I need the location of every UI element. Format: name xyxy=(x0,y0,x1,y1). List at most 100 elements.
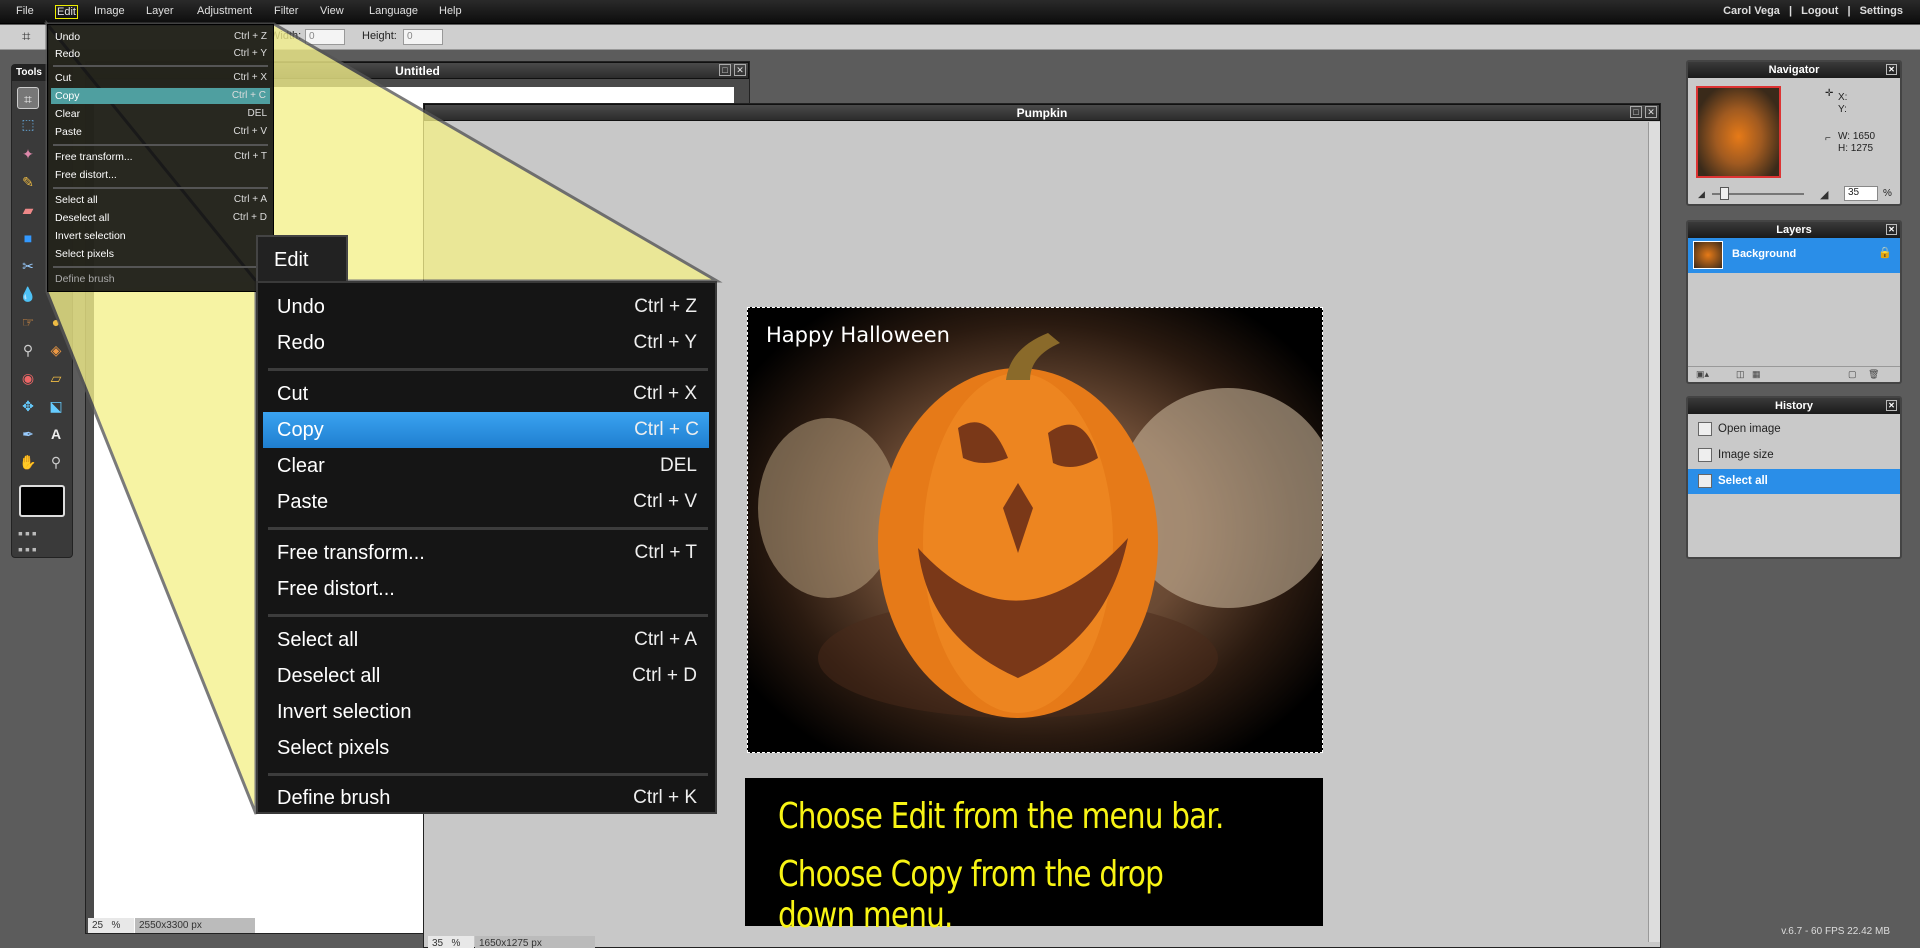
height-readout: H: 1275 xyxy=(1838,143,1874,154)
text-tool-icon[interactable]: A xyxy=(45,423,67,445)
width-field[interactable]: 0 xyxy=(305,29,345,45)
pencil-icon[interactable]: ✎ xyxy=(17,171,39,193)
magnifier-icon[interactable]: ⚲ xyxy=(45,451,67,473)
navigator-thumbnail[interactable] xyxy=(1696,86,1781,178)
crop-tool-icon[interactable]: ⌗ xyxy=(17,87,39,109)
gradient-icon[interactable]: ■ xyxy=(17,227,39,249)
small-menu-cut[interactable]: Cut Ctrl + X xyxy=(55,70,267,86)
menu-view[interactable]: View xyxy=(320,5,344,17)
zoom-in-icon[interactable]: ◢ xyxy=(1820,188,1828,201)
red-eye-icon[interactable]: ◉ xyxy=(17,367,39,389)
menu-define-brush[interactable]: Define brush Ctrl + K xyxy=(277,780,697,816)
history-item-select-all[interactable]: Select all xyxy=(1688,469,1900,494)
color-swatch[interactable] xyxy=(19,485,65,517)
item-label: Cut xyxy=(277,383,309,405)
small-menu-clear[interactable]: Clear DEL xyxy=(55,106,267,122)
vertical-scrollbar[interactable] xyxy=(1648,122,1660,942)
color-palette-icon[interactable]: ▪▪▪ ▪▪▪ xyxy=(18,525,68,557)
menu-help[interactable]: Help xyxy=(439,5,462,17)
layer-row[interactable]: Background 🔒 xyxy=(1688,238,1900,273)
move-icon[interactable]: ✥ xyxy=(17,395,39,417)
close-icon[interactable]: ✕ xyxy=(1645,106,1657,118)
menu-deselect-all[interactable]: Deselect all Ctrl + D xyxy=(277,658,697,694)
small-menu-undo[interactable]: Undo Ctrl + Z xyxy=(55,29,267,45)
zoom-unit: % xyxy=(111,920,121,931)
menu-select-pixels[interactable]: Select pixels xyxy=(277,730,697,766)
menu-language[interactable]: Language xyxy=(369,5,418,17)
drop-icon[interactable]: 💧 xyxy=(17,283,39,305)
close-icon[interactable]: ✕ xyxy=(734,64,746,76)
transform-icon[interactable]: ⬕ xyxy=(45,395,67,417)
close-icon[interactable]: ✕ xyxy=(1886,400,1897,411)
pumpkin-image[interactable]: Happy Halloween xyxy=(747,307,1323,753)
sponge-icon[interactable]: ● xyxy=(45,311,67,333)
menu-free-transform[interactable]: Free transform... Ctrl + T xyxy=(277,535,697,571)
small-menu-paste[interactable]: Paste Ctrl + V xyxy=(55,124,267,140)
history-item-image-size[interactable]: Image size xyxy=(1688,443,1900,468)
history-step-icon xyxy=(1698,422,1712,436)
menu-image[interactable]: Image xyxy=(94,5,125,17)
picker-icon[interactable]: ✒ xyxy=(17,423,39,445)
menu-adjustment[interactable]: Adjustment xyxy=(197,5,252,17)
menu-redo[interactable]: Redo Ctrl + Y xyxy=(277,325,697,361)
smudge-icon[interactable]: ☞ xyxy=(17,311,39,333)
menu-layer[interactable]: Layer xyxy=(146,5,174,17)
doc-pumpkin-title[interactable]: Pumpkin xyxy=(424,104,1660,121)
layer-mask-icon[interactable]: ◫ xyxy=(1736,369,1745,380)
zoom-tool-icon[interactable]: ⚲ xyxy=(17,339,39,361)
close-icon[interactable]: ✕ xyxy=(1886,64,1897,75)
maximize-icon[interactable]: □ xyxy=(719,64,731,76)
edit-menu-tab[interactable]: Edit xyxy=(256,235,348,282)
small-menu-redo[interactable]: Redo Ctrl + Y xyxy=(55,46,267,62)
delete-layer-icon[interactable]: 🗑 xyxy=(1868,369,1879,380)
history-item-open-image[interactable]: Open image xyxy=(1688,417,1900,442)
layers-toolbar: ▣▴ ◫ ▦ ▢ 🗑 xyxy=(1688,366,1900,382)
small-menu-free-transform[interactable]: Free transform... Ctrl + T xyxy=(55,149,267,165)
menu-filter[interactable]: Filter xyxy=(274,5,298,17)
layer-settings-icon[interactable]: ▣▴ xyxy=(1696,369,1709,380)
menu-select-all[interactable]: Select all Ctrl + A xyxy=(277,622,697,658)
menu-free-distort[interactable]: Free distort... xyxy=(277,571,697,607)
item-shortcut: Ctrl + Y xyxy=(233,48,267,59)
menu-copy[interactable]: Copy Ctrl + C xyxy=(263,412,709,448)
layer-group-icon[interactable]: ▦ xyxy=(1752,369,1761,380)
menu-file[interactable]: File xyxy=(16,5,34,17)
marquee-tool-icon[interactable]: ⬚ xyxy=(17,113,39,135)
menu-paste[interactable]: Paste Ctrl + V xyxy=(277,484,697,520)
new-layer-icon[interactable]: ▢ xyxy=(1848,369,1857,380)
zoom-out-icon[interactable]: ◢ xyxy=(1698,189,1705,200)
menu-invert-selection[interactable]: Invert selection xyxy=(277,694,697,730)
logout-link[interactable]: Logout xyxy=(1801,5,1838,17)
close-icon[interactable]: ✕ xyxy=(1886,224,1897,235)
hand-icon[interactable]: ✋ xyxy=(17,451,39,473)
eraser-icon[interactable]: ▰ xyxy=(17,199,39,221)
magic-wand-icon[interactable]: ✦ xyxy=(17,143,39,165)
menu-cut[interactable]: Cut Ctrl + X xyxy=(277,376,697,412)
item-label: Invert selection xyxy=(277,701,412,723)
bandage-icon[interactable]: ▱ xyxy=(45,367,67,389)
small-menu-free-distort[interactable]: Free distort... xyxy=(55,167,267,183)
maximize-icon[interactable]: □ xyxy=(1630,106,1642,118)
small-menu-select-pixels[interactable]: Select pixels xyxy=(55,246,267,262)
user-name[interactable]: Carol Vega xyxy=(1723,5,1780,17)
separator: | xyxy=(1788,5,1793,17)
small-menu-invert-selection[interactable]: Invert selection xyxy=(55,228,267,244)
zoom-input[interactable]: 35 xyxy=(1844,186,1878,201)
zoom-slider-handle[interactable] xyxy=(1720,187,1729,200)
menu-undo[interactable]: Undo Ctrl + Z xyxy=(277,289,697,325)
untitled-zoom[interactable]: 25 % xyxy=(88,918,134,933)
small-menu-copy[interactable]: Copy Ctrl + C xyxy=(51,88,270,104)
lock-icon[interactable]: 🔒 xyxy=(1878,246,1892,259)
menu-edit[interactable]: Edit xyxy=(55,5,78,19)
small-menu-select-all[interactable]: Select all Ctrl + A xyxy=(55,192,267,208)
settings-link[interactable]: Settings xyxy=(1860,5,1903,17)
menu-divider xyxy=(268,368,708,371)
menu-clear[interactable]: Clear DEL xyxy=(277,448,697,484)
small-menu-deselect-all[interactable]: Deselect all Ctrl + D xyxy=(55,210,267,226)
burn-icon[interactable]: ◈ xyxy=(45,339,67,361)
pumpkin-zoom[interactable]: 35 % xyxy=(428,936,474,948)
small-menu-define-brush[interactable]: Define brush xyxy=(55,271,267,287)
clone-icon[interactable]: ✂ xyxy=(17,255,39,277)
item-label: Redo xyxy=(277,332,325,354)
height-field[interactable]: 0 xyxy=(403,29,443,45)
